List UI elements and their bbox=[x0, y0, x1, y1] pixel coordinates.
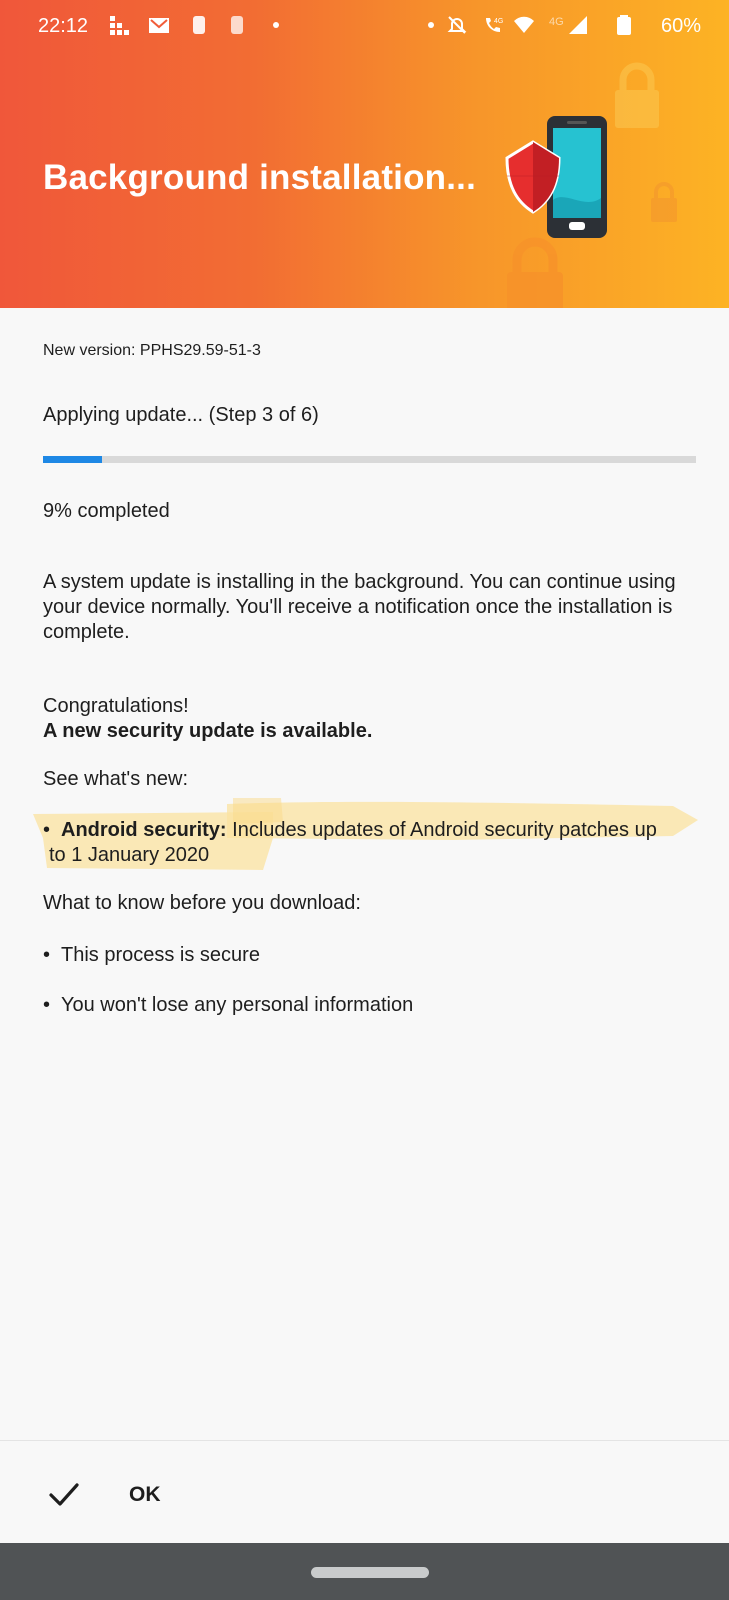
lock-icon bbox=[615, 62, 659, 128]
bullet-secure: This process is secure bbox=[61, 944, 260, 966]
security-headline: A new security update is available. bbox=[43, 720, 373, 742]
whats-new-label: See what's new: bbox=[43, 768, 189, 790]
congrats-block: Congratulations! A new security update i… bbox=[43, 694, 372, 744]
status-time: 22:12 bbox=[38, 15, 89, 37]
dot-icon bbox=[273, 22, 279, 28]
battery-icon bbox=[617, 15, 631, 35]
progress-fill bbox=[43, 456, 102, 463]
android-security-date: to 1 January 2020 bbox=[49, 844, 210, 866]
description-text: A system update is installing in the bac… bbox=[43, 571, 676, 643]
volte-4g-icon: 4G bbox=[486, 18, 503, 32]
status-bar: 22:12 4G 4G 60% bbox=[0, 0, 729, 52]
phone-security-illustration bbox=[505, 62, 677, 308]
lock-icon bbox=[651, 182, 677, 222]
progress-bar bbox=[43, 456, 696, 463]
app-icon bbox=[193, 16, 205, 34]
ok-label: OK bbox=[129, 1483, 161, 1506]
step-text: Applying update... (Step 3 of 6) bbox=[43, 404, 319, 426]
home-gesture-pill[interactable] bbox=[311, 1567, 429, 1578]
android-security-text: Includes updates of Android security pat… bbox=[226, 819, 657, 841]
mute-icon bbox=[447, 16, 467, 34]
check-icon bbox=[49, 1483, 79, 1506]
svg-text:4G: 4G bbox=[549, 16, 564, 28]
page-title: Background installation... bbox=[43, 158, 477, 197]
gmail-icon bbox=[149, 18, 169, 33]
header: 22:12 4G 4G 60% Background installation.… bbox=[0, 0, 729, 308]
lock-icon bbox=[507, 237, 563, 308]
grid-icon bbox=[110, 16, 129, 35]
battery-level: 60% bbox=[660, 15, 701, 37]
android-security-label: Android security: bbox=[61, 819, 227, 841]
know-before-title: What to know before you download: bbox=[43, 892, 361, 914]
dot-icon bbox=[428, 22, 434, 28]
navigation-bar bbox=[0, 1543, 729, 1600]
ok-button[interactable]: OK bbox=[40, 1470, 200, 1520]
wifi-icon bbox=[514, 16, 534, 33]
congrats-text: Congratulations! bbox=[43, 695, 189, 717]
signal-4g-icon: 4G bbox=[549, 16, 587, 34]
footer-divider bbox=[0, 1440, 729, 1441]
version-text: New version: PPHS29.59-51-3 bbox=[43, 342, 261, 359]
percent-text: 9% completed bbox=[43, 500, 170, 522]
bullet-no-data-loss: You won't lose any personal information bbox=[61, 994, 414, 1016]
app-icon bbox=[231, 16, 243, 34]
svg-text:4G: 4G bbox=[494, 18, 503, 25]
